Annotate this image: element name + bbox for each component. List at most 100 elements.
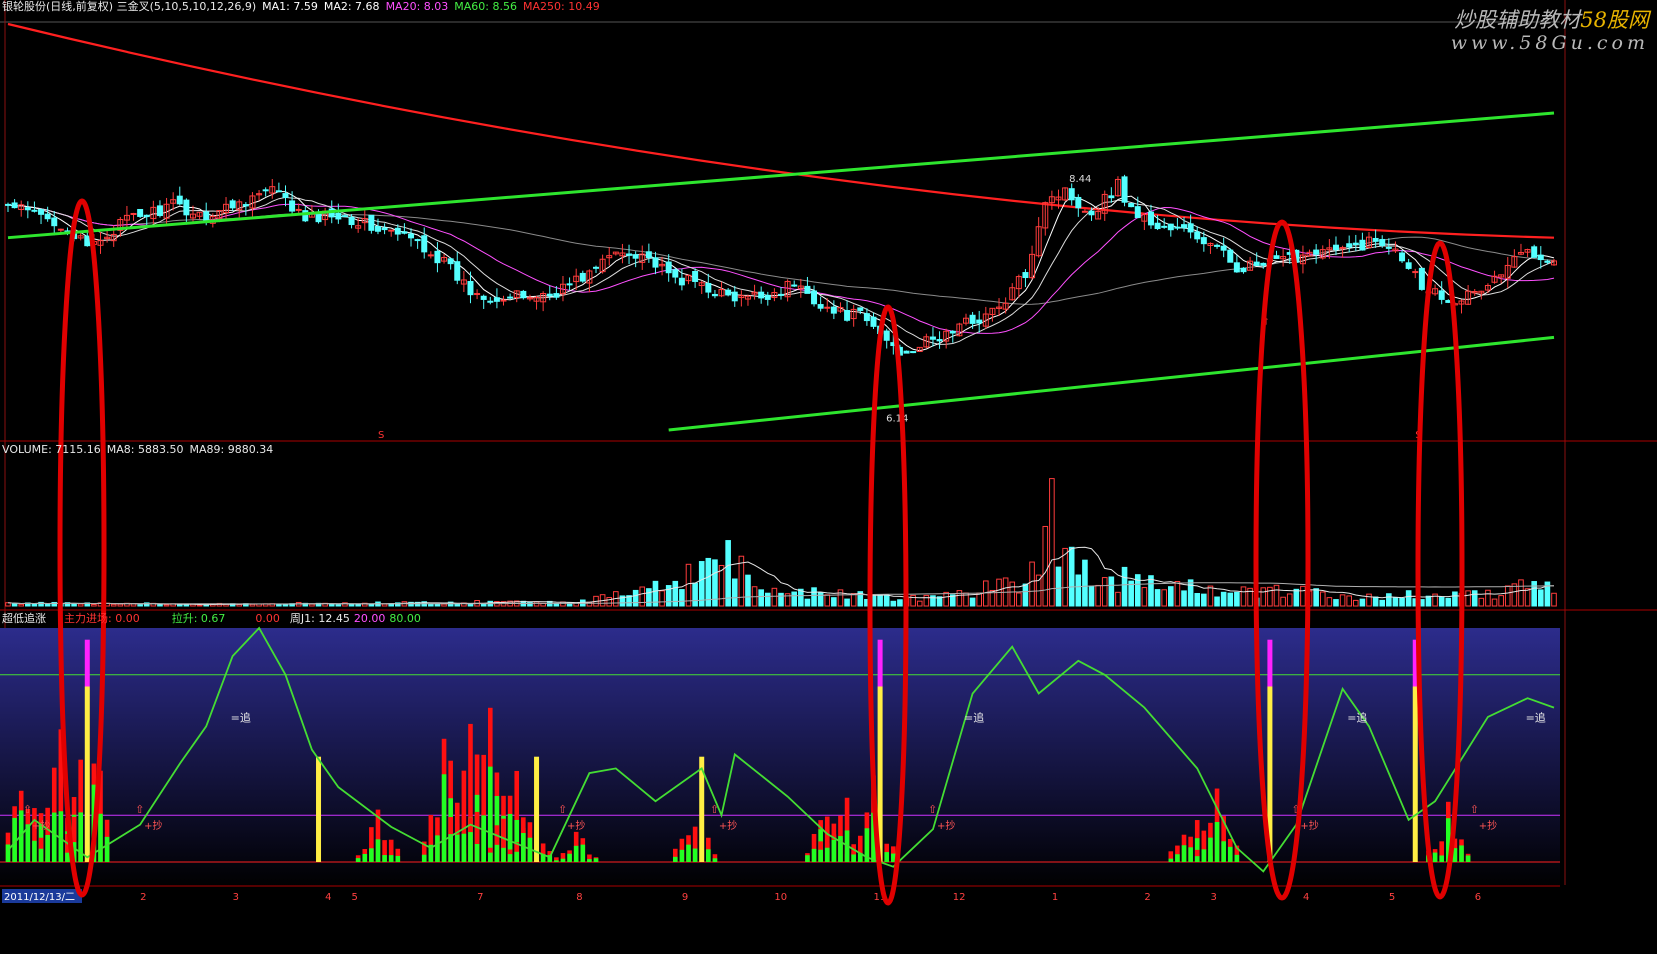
- candle-body: [176, 195, 183, 205]
- candle-body: [1379, 238, 1386, 246]
- zhouj-bar: [580, 844, 586, 862]
- candle-body: [692, 271, 699, 282]
- volume-bar: [943, 591, 949, 607]
- volume-bar: [1498, 595, 1504, 607]
- volume-bar: [1227, 592, 1234, 607]
- volume-bar: [1161, 589, 1167, 607]
- zhuli-label: 主力进场: 0.00: [64, 612, 140, 625]
- volume-bar: [1372, 596, 1379, 607]
- volume-bar: [764, 592, 771, 607]
- volume-bar: [679, 589, 685, 607]
- volume-bar: [1108, 576, 1115, 607]
- candle-body: [1260, 262, 1267, 266]
- volume-bar: [428, 604, 434, 607]
- zhouj-bar: [824, 847, 830, 862]
- zhouj-bar: [382, 855, 387, 862]
- volume-bar: [1300, 585, 1306, 607]
- candle-body: [1214, 244, 1221, 247]
- volume-bar: [1445, 597, 1452, 607]
- candle-body: [976, 319, 983, 324]
- candle-body: [262, 189, 269, 192]
- volume-bar: [923, 594, 930, 607]
- zhouj-bar: [1188, 847, 1193, 862]
- candle-body: [791, 284, 798, 287]
- candle-body: [1372, 237, 1379, 242]
- candle-body: [553, 293, 560, 298]
- volume-bar: [183, 604, 190, 607]
- zhouj-bar: [712, 858, 718, 862]
- volume-bar: [1121, 566, 1128, 607]
- candle-body: [678, 277, 685, 286]
- candle-body: [1399, 252, 1406, 262]
- month-tick: 2: [140, 892, 146, 903]
- volume-ma8-label: MA8: 5883.50: [106, 443, 184, 456]
- zhouj-bar: [375, 839, 381, 862]
- candle-body: [84, 235, 91, 247]
- candle-body: [949, 330, 956, 334]
- candle-body: [1081, 210, 1088, 213]
- volume-bar: [844, 598, 850, 607]
- volume-bar: [798, 588, 804, 607]
- zhouj-bar: [1201, 849, 1207, 862]
- zhouj-bar: [388, 855, 394, 862]
- volume-bar: [348, 603, 355, 607]
- candle-body: [725, 289, 732, 296]
- volume-bar: [692, 582, 698, 607]
- volume-bar: [480, 603, 487, 607]
- volume-bar: [1207, 585, 1214, 607]
- stock-chart[interactable]: 8.446.14S S⇧ =追 =追 =追 =追⇧+抄⇧+抄⇧+抄⇧+抄⇧+抄⇧+抄⇧+…: [0, 0, 1657, 954]
- candle-body: [830, 306, 837, 314]
- volume-label: VOLUME: 7115.16: [2, 443, 101, 456]
- zhouj-bar: [884, 852, 890, 862]
- candle-body: [883, 330, 890, 341]
- chase-bar-top: [877, 639, 883, 687]
- zhouj-bar: [831, 839, 837, 862]
- price-header: 银轮股份(日线,前复权) 三金叉(5,10,5,10,12,26,9) MA1: …: [2, 0, 606, 14]
- zhouj-bar: [494, 844, 500, 862]
- volume-bar: [1491, 598, 1498, 607]
- zhui-label: =追: [1347, 711, 1367, 725]
- candle-body: [520, 290, 527, 299]
- lasheng-label: 拉升: 0.67: [171, 612, 226, 625]
- zhouj-bar: [567, 853, 572, 862]
- candle-body: [335, 212, 342, 220]
- volume-bar: [1511, 583, 1518, 607]
- candle-body: [857, 307, 864, 311]
- volume-bar: [877, 594, 883, 607]
- zhouj-bar: [369, 848, 374, 862]
- candle-body: [1022, 272, 1029, 279]
- volume-bar: [454, 603, 461, 607]
- price-low-label: 6.14: [886, 413, 908, 424]
- candle-body: [137, 208, 144, 217]
- volume-bar: [368, 604, 375, 607]
- candle-body: [1240, 267, 1247, 273]
- volume-bar: [1293, 588, 1300, 607]
- volume-bar: [1042, 525, 1049, 607]
- volume-bar: [897, 599, 903, 607]
- candle-body: [1194, 231, 1201, 240]
- volume-bar: [883, 594, 890, 607]
- chao-label: +抄: [144, 819, 162, 832]
- candle-body: [38, 209, 45, 215]
- ma1-label: MA1: 7.59: [262, 0, 318, 13]
- candle-body: [1385, 246, 1392, 249]
- watermark-prefix: 炒股辅助教材: [1454, 8, 1581, 32]
- candle-body: [1253, 261, 1260, 266]
- volume-bar: [698, 561, 705, 607]
- candle-body: [51, 217, 58, 227]
- volume-bar: [1141, 587, 1148, 607]
- month-tick: 3: [1210, 892, 1216, 903]
- volume-bar: [1386, 593, 1392, 607]
- ma20-label: MA20: 8.03: [385, 0, 449, 13]
- zhouj-bar: [355, 858, 361, 862]
- candle-body: [1174, 226, 1181, 229]
- candle-body: [427, 254, 434, 257]
- volume-bar: [1531, 581, 1537, 607]
- volume-bar: [1465, 590, 1471, 607]
- candle-body: [652, 257, 659, 268]
- volume-bar: [804, 598, 811, 607]
- volume-bar: [1181, 590, 1187, 607]
- volume-bar: [309, 603, 315, 607]
- volume-bar: [441, 603, 447, 607]
- candle-body: [31, 209, 38, 212]
